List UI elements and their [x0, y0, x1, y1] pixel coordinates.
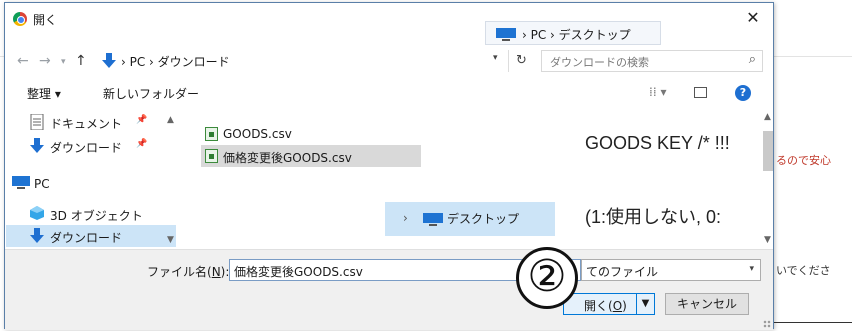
- drag-tooltip: › PC › デスクトップ: [485, 21, 661, 45]
- background-text-1: るので安心: [776, 154, 831, 167]
- search-placeholder: ダウンロードの検索: [550, 56, 649, 69]
- open-button-label: 開く(O): [584, 299, 627, 313]
- nav-item-pc[interactable]: PC: [6, 173, 176, 195]
- drop-target-desktop[interactable]: › デスクトップ: [385, 202, 555, 236]
- chevron-down-icon: ▾: [749, 264, 754, 274]
- pin-icon: 📌: [136, 139, 148, 149]
- command-bar: 整理 ▾ 新しいフォルダー ⁞⁞ ▾ ?: [5, 79, 773, 107]
- drag-tooltip-path: › PC › デスクトップ: [522, 28, 631, 42]
- file-item-selected[interactable]: 価格変更後GOODS.csv: [201, 145, 421, 167]
- view-options-button[interactable]: ⁞⁞ ▾: [649, 85, 666, 99]
- file-name: 価格変更後GOODS.csv: [223, 151, 352, 165]
- preview-pane: GOODS KEY /* !!! (1:使用しない, 0:: [577, 111, 761, 249]
- address-dropdown-icon[interactable]: ▾: [493, 53, 498, 63]
- 3d-objects-icon: [30, 206, 44, 220]
- navigation-pane: ドキュメント 📌 ダウンロード 📌 PC 3D オブジェクト ダウンロード: [6, 111, 182, 249]
- drop-target-label: デスクトップ: [447, 212, 520, 226]
- dialog-title: 開く: [33, 13, 58, 27]
- preview-pane-icon[interactable]: [694, 87, 707, 98]
- nav-item-label: PC: [34, 177, 50, 191]
- scroll-down-icon[interactable]: ▼: [764, 235, 771, 245]
- search-icon: ⌕: [748, 52, 756, 67]
- scroll-up-icon[interactable]: ▲: [764, 112, 771, 122]
- chrome-app-icon: [13, 12, 27, 26]
- nav-item-label: ダウンロード: [50, 231, 123, 245]
- nav-scroll-down-icon[interactable]: ▼: [167, 235, 174, 245]
- preview-line-2: (1:使用しない, 0:: [585, 207, 722, 227]
- dialog-footer: ファイル名(N): 価格変更後GOODS.csv てのファイル ▾ 開く(O) …: [5, 249, 773, 330]
- nav-item-label: ドキュメント: [50, 117, 123, 131]
- open-button[interactable]: 開く(O): [563, 293, 637, 315]
- refresh-button[interactable]: ↻: [508, 50, 534, 72]
- new-folder-button[interactable]: 新しいフォルダー: [103, 85, 199, 102]
- scroll-thumb[interactable]: [763, 131, 773, 171]
- desktop-icon: [423, 213, 443, 226]
- organize-menu-button[interactable]: 整理 ▾: [27, 85, 61, 102]
- nav-item-label: ダウンロード: [50, 141, 123, 155]
- nav-item-downloads[interactable]: ダウンロード: [6, 225, 176, 247]
- nav-item-label: 3D オブジェクト: [50, 209, 143, 223]
- file-name: GOODS.csv: [223, 127, 292, 141]
- nav-item-downloads-pinned[interactable]: ダウンロード 📌: [6, 135, 176, 157]
- csv-file-icon: [205, 149, 218, 163]
- step-number-annotation: ②: [516, 247, 578, 309]
- open-options-dropdown[interactable]: ▼: [637, 293, 655, 315]
- download-arrow-icon: [102, 53, 116, 68]
- document-icon: [30, 114, 44, 130]
- desktop-icon: [496, 28, 516, 41]
- search-input[interactable]: ダウンロードの検索 ⌕: [541, 50, 763, 72]
- address-bar[interactable]: › PC › ダウンロード: [99, 50, 513, 72]
- filetype-value: てのファイル: [586, 265, 659, 279]
- back-button[interactable]: ←: [17, 53, 29, 69]
- nav-scroll-up-icon[interactable]: ▲: [167, 115, 174, 125]
- filename-label: ファイル名(N):: [147, 265, 230, 279]
- pin-icon: 📌: [136, 115, 148, 125]
- up-button[interactable]: ↑: [75, 53, 87, 69]
- csv-file-icon: [205, 127, 218, 141]
- cancel-button[interactable]: キャンセル: [665, 293, 749, 315]
- nav-item-3d-objects[interactable]: 3D オブジェクト: [6, 203, 176, 225]
- chevron-right-icon: ›: [403, 211, 408, 225]
- file-item[interactable]: GOODS.csv: [201, 123, 361, 145]
- pc-icon: [12, 176, 30, 189]
- nav-item-documents[interactable]: ドキュメント 📌: [6, 111, 176, 133]
- forward-button[interactable]: →: [39, 53, 51, 69]
- breadcrumb[interactable]: › PC › ダウンロード: [121, 53, 230, 70]
- filetype-select[interactable]: てのファイル ▾: [581, 259, 761, 281]
- resize-grip-icon[interactable]: [763, 320, 771, 328]
- recent-locations-dropdown[interactable]: ▾: [61, 57, 66, 67]
- preview-line-1: GOODS KEY /* !!!: [585, 133, 730, 153]
- filename-value: 価格変更後GOODS.csv: [234, 265, 363, 279]
- close-button[interactable]: ✕: [733, 3, 773, 33]
- open-file-dialog: 開く ✕ › PC › デスクトップ ← → ▾ ↑ › PC › ダウンロード…: [4, 2, 775, 330]
- background-underline: [768, 322, 852, 323]
- download-icon: [30, 228, 44, 243]
- background-text-2: いでくださ: [776, 264, 831, 277]
- download-icon: [30, 138, 44, 153]
- preview-scrollbar[interactable]: ▲ ▼: [761, 111, 775, 249]
- help-icon[interactable]: ?: [735, 85, 751, 101]
